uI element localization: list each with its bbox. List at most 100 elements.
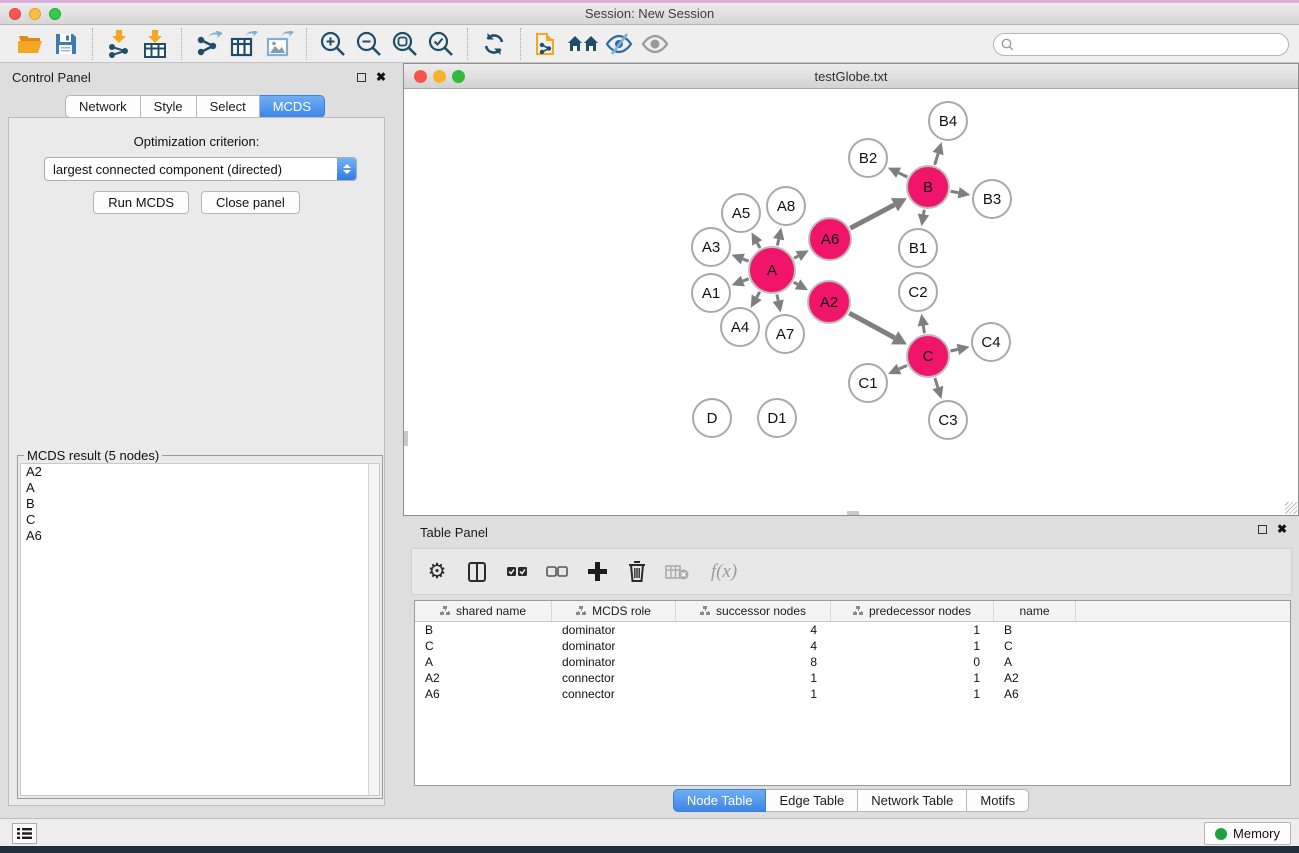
deselect-all-button[interactable] bbox=[544, 559, 570, 585]
edge-A-A6[interactable] bbox=[794, 256, 798, 258]
table-row[interactable]: Adominator80A bbox=[415, 654, 1290, 670]
search-field[interactable] bbox=[993, 33, 1289, 56]
edge-A-A5[interactable] bbox=[757, 243, 760, 248]
zoom-selected-button[interactable] bbox=[423, 28, 459, 60]
run-mcds-button[interactable]: Run MCDS bbox=[93, 191, 189, 214]
close-panel-icon[interactable]: ✖ bbox=[376, 72, 386, 82]
tab-network-table[interactable]: Network Table bbox=[858, 789, 967, 812]
open-session-button[interactable] bbox=[12, 28, 48, 60]
edge-A6-B[interactable] bbox=[850, 205, 894, 228]
network-close-button[interactable] bbox=[414, 70, 427, 83]
column-header-successor-nodes[interactable]: successor nodes bbox=[676, 601, 831, 621]
function-builder-button[interactable]: f(x) bbox=[704, 559, 744, 585]
table-row[interactable]: A2connector11A2 bbox=[415, 670, 1290, 686]
import-network-button[interactable] bbox=[101, 28, 137, 60]
first-neighbors-button[interactable] bbox=[565, 28, 601, 60]
export-table-button[interactable] bbox=[226, 28, 262, 60]
table-header-row: shared nameMCDS rolesuccessor nodesprede… bbox=[415, 601, 1290, 622]
tab-network[interactable]: Network bbox=[65, 95, 141, 118]
edge-A-A8[interactable] bbox=[777, 239, 778, 245]
add-row-button[interactable] bbox=[584, 559, 610, 585]
network-horizontal-scroll-mark[interactable] bbox=[847, 511, 859, 515]
edge-C-C4[interactable] bbox=[950, 349, 957, 351]
tab-motifs[interactable]: Motifs bbox=[967, 789, 1029, 812]
edge-B-B4[interactable] bbox=[935, 154, 938, 165]
task-history-button[interactable] bbox=[12, 823, 37, 844]
refresh-button[interactable] bbox=[476, 28, 512, 60]
mcds-result-list[interactable]: A2ABCA6 bbox=[20, 463, 380, 796]
mcds-result-item[interactable]: A6 bbox=[21, 528, 379, 544]
edge-B-B1[interactable] bbox=[924, 210, 925, 215]
import-table-button[interactable] bbox=[137, 28, 173, 60]
edge-B-B2[interactable] bbox=[899, 173, 908, 177]
export-table-icon bbox=[230, 31, 258, 57]
save-session-button[interactable] bbox=[48, 28, 84, 60]
node-attribute-table[interactable]: shared nameMCDS rolesuccessor nodesprede… bbox=[414, 600, 1291, 786]
network-canvas[interactable]: AA6A2BCA5A8A3A1A4A7B2B4B3B1C2C4C1C3DD1 bbox=[404, 89, 1298, 515]
edge-A2-C[interactable] bbox=[849, 313, 894, 338]
maximize-window-button[interactable] bbox=[49, 8, 61, 20]
network-view-window[interactable]: testGlobe.txt AA6A2BCA5A8A3A1A4A7B2B4B3B… bbox=[403, 63, 1299, 516]
close-window-button[interactable] bbox=[9, 8, 21, 20]
cell-MCDS-role: connector bbox=[552, 671, 676, 685]
tab-style[interactable]: Style bbox=[141, 95, 197, 118]
mcds-result-item[interactable]: A bbox=[21, 480, 379, 496]
show-columns-button[interactable] bbox=[464, 559, 490, 585]
network-resize-grip[interactable] bbox=[1285, 502, 1297, 514]
float-panel-icon[interactable] bbox=[357, 73, 366, 82]
table-settings-button[interactable]: ⚙ bbox=[424, 559, 450, 585]
edge-A-A2[interactable] bbox=[794, 282, 798, 284]
tab-edge-table[interactable]: Edge Table bbox=[766, 789, 858, 812]
float-table-panel-icon[interactable] bbox=[1258, 525, 1267, 534]
network-canvas-container[interactable]: AA6A2BCA5A8A3A1A4A7B2B4B3B1C2C4C1C3DD1 bbox=[404, 89, 1298, 515]
tab-node-table[interactable]: Node Table bbox=[673, 789, 767, 812]
hide-selected-button[interactable] bbox=[601, 28, 637, 60]
edge-arrowhead bbox=[932, 386, 943, 399]
delete-row-button[interactable] bbox=[624, 559, 650, 585]
window-titlebar[interactable]: Session: New Session bbox=[0, 3, 1299, 25]
edge-C-C1[interactable] bbox=[899, 365, 907, 369]
refresh-icon bbox=[482, 32, 506, 56]
column-header-MCDS-role[interactable]: MCDS role bbox=[552, 601, 676, 621]
edge-B-B3[interactable] bbox=[951, 191, 959, 192]
minimize-window-button[interactable] bbox=[29, 8, 41, 20]
network-window-titlebar[interactable]: testGlobe.txt bbox=[404, 64, 1298, 89]
edge-A-A1[interactable] bbox=[743, 279, 749, 281]
network-maximize-button[interactable] bbox=[452, 70, 465, 83]
criterion-dropdown[interactable]: largest connected component (directed) bbox=[44, 157, 357, 181]
result-list-scrollbar[interactable] bbox=[368, 464, 379, 795]
export-network-icon bbox=[194, 31, 222, 57]
export-network-button[interactable] bbox=[190, 28, 226, 60]
delete-table-button[interactable] bbox=[664, 559, 690, 585]
table-row[interactable]: A6connector11A6 bbox=[415, 686, 1290, 702]
memory-button[interactable]: Memory bbox=[1204, 822, 1291, 845]
edge-A-A7[interactable] bbox=[777, 294, 778, 300]
edge-C-C3[interactable] bbox=[935, 378, 938, 388]
mcds-result-item[interactable]: B bbox=[21, 496, 379, 512]
network-vertical-scroll-mark[interactable] bbox=[404, 431, 408, 446]
new-network-from-selection-button[interactable] bbox=[529, 28, 565, 60]
close-panel-button[interactable]: Close panel bbox=[201, 191, 300, 214]
mcds-result-item[interactable]: C bbox=[21, 512, 379, 528]
close-table-panel-icon[interactable]: ✖ bbox=[1277, 524, 1287, 534]
zoom-fit-button[interactable] bbox=[387, 28, 423, 60]
mcds-result-item[interactable]: A2 bbox=[21, 464, 379, 480]
show-all-button[interactable] bbox=[637, 28, 673, 60]
edge-C-C2[interactable] bbox=[923, 326, 924, 334]
network-minimize-button[interactable] bbox=[433, 70, 446, 83]
zoom-out-button[interactable] bbox=[351, 28, 387, 60]
export-image-button[interactable] bbox=[262, 28, 298, 60]
tab-select[interactable]: Select bbox=[197, 95, 260, 118]
column-header-predecessor-nodes[interactable]: predecessor nodes bbox=[831, 601, 994, 621]
control-panel-title: Control Panel bbox=[12, 70, 91, 85]
edge-A-A4[interactable] bbox=[757, 292, 760, 298]
column-header-name[interactable]: name bbox=[994, 601, 1076, 621]
table-row[interactable]: Bdominator41B bbox=[415, 622, 1290, 638]
edge-A-A3[interactable] bbox=[743, 259, 749, 261]
search-input[interactable] bbox=[1019, 38, 1288, 52]
tab-mcds[interactable]: MCDS bbox=[260, 95, 325, 118]
select-all-button[interactable] bbox=[504, 559, 530, 585]
column-header-shared-name[interactable]: shared name bbox=[415, 601, 552, 621]
zoom-in-button[interactable] bbox=[315, 28, 351, 60]
table-row[interactable]: Cdominator41C bbox=[415, 638, 1290, 654]
